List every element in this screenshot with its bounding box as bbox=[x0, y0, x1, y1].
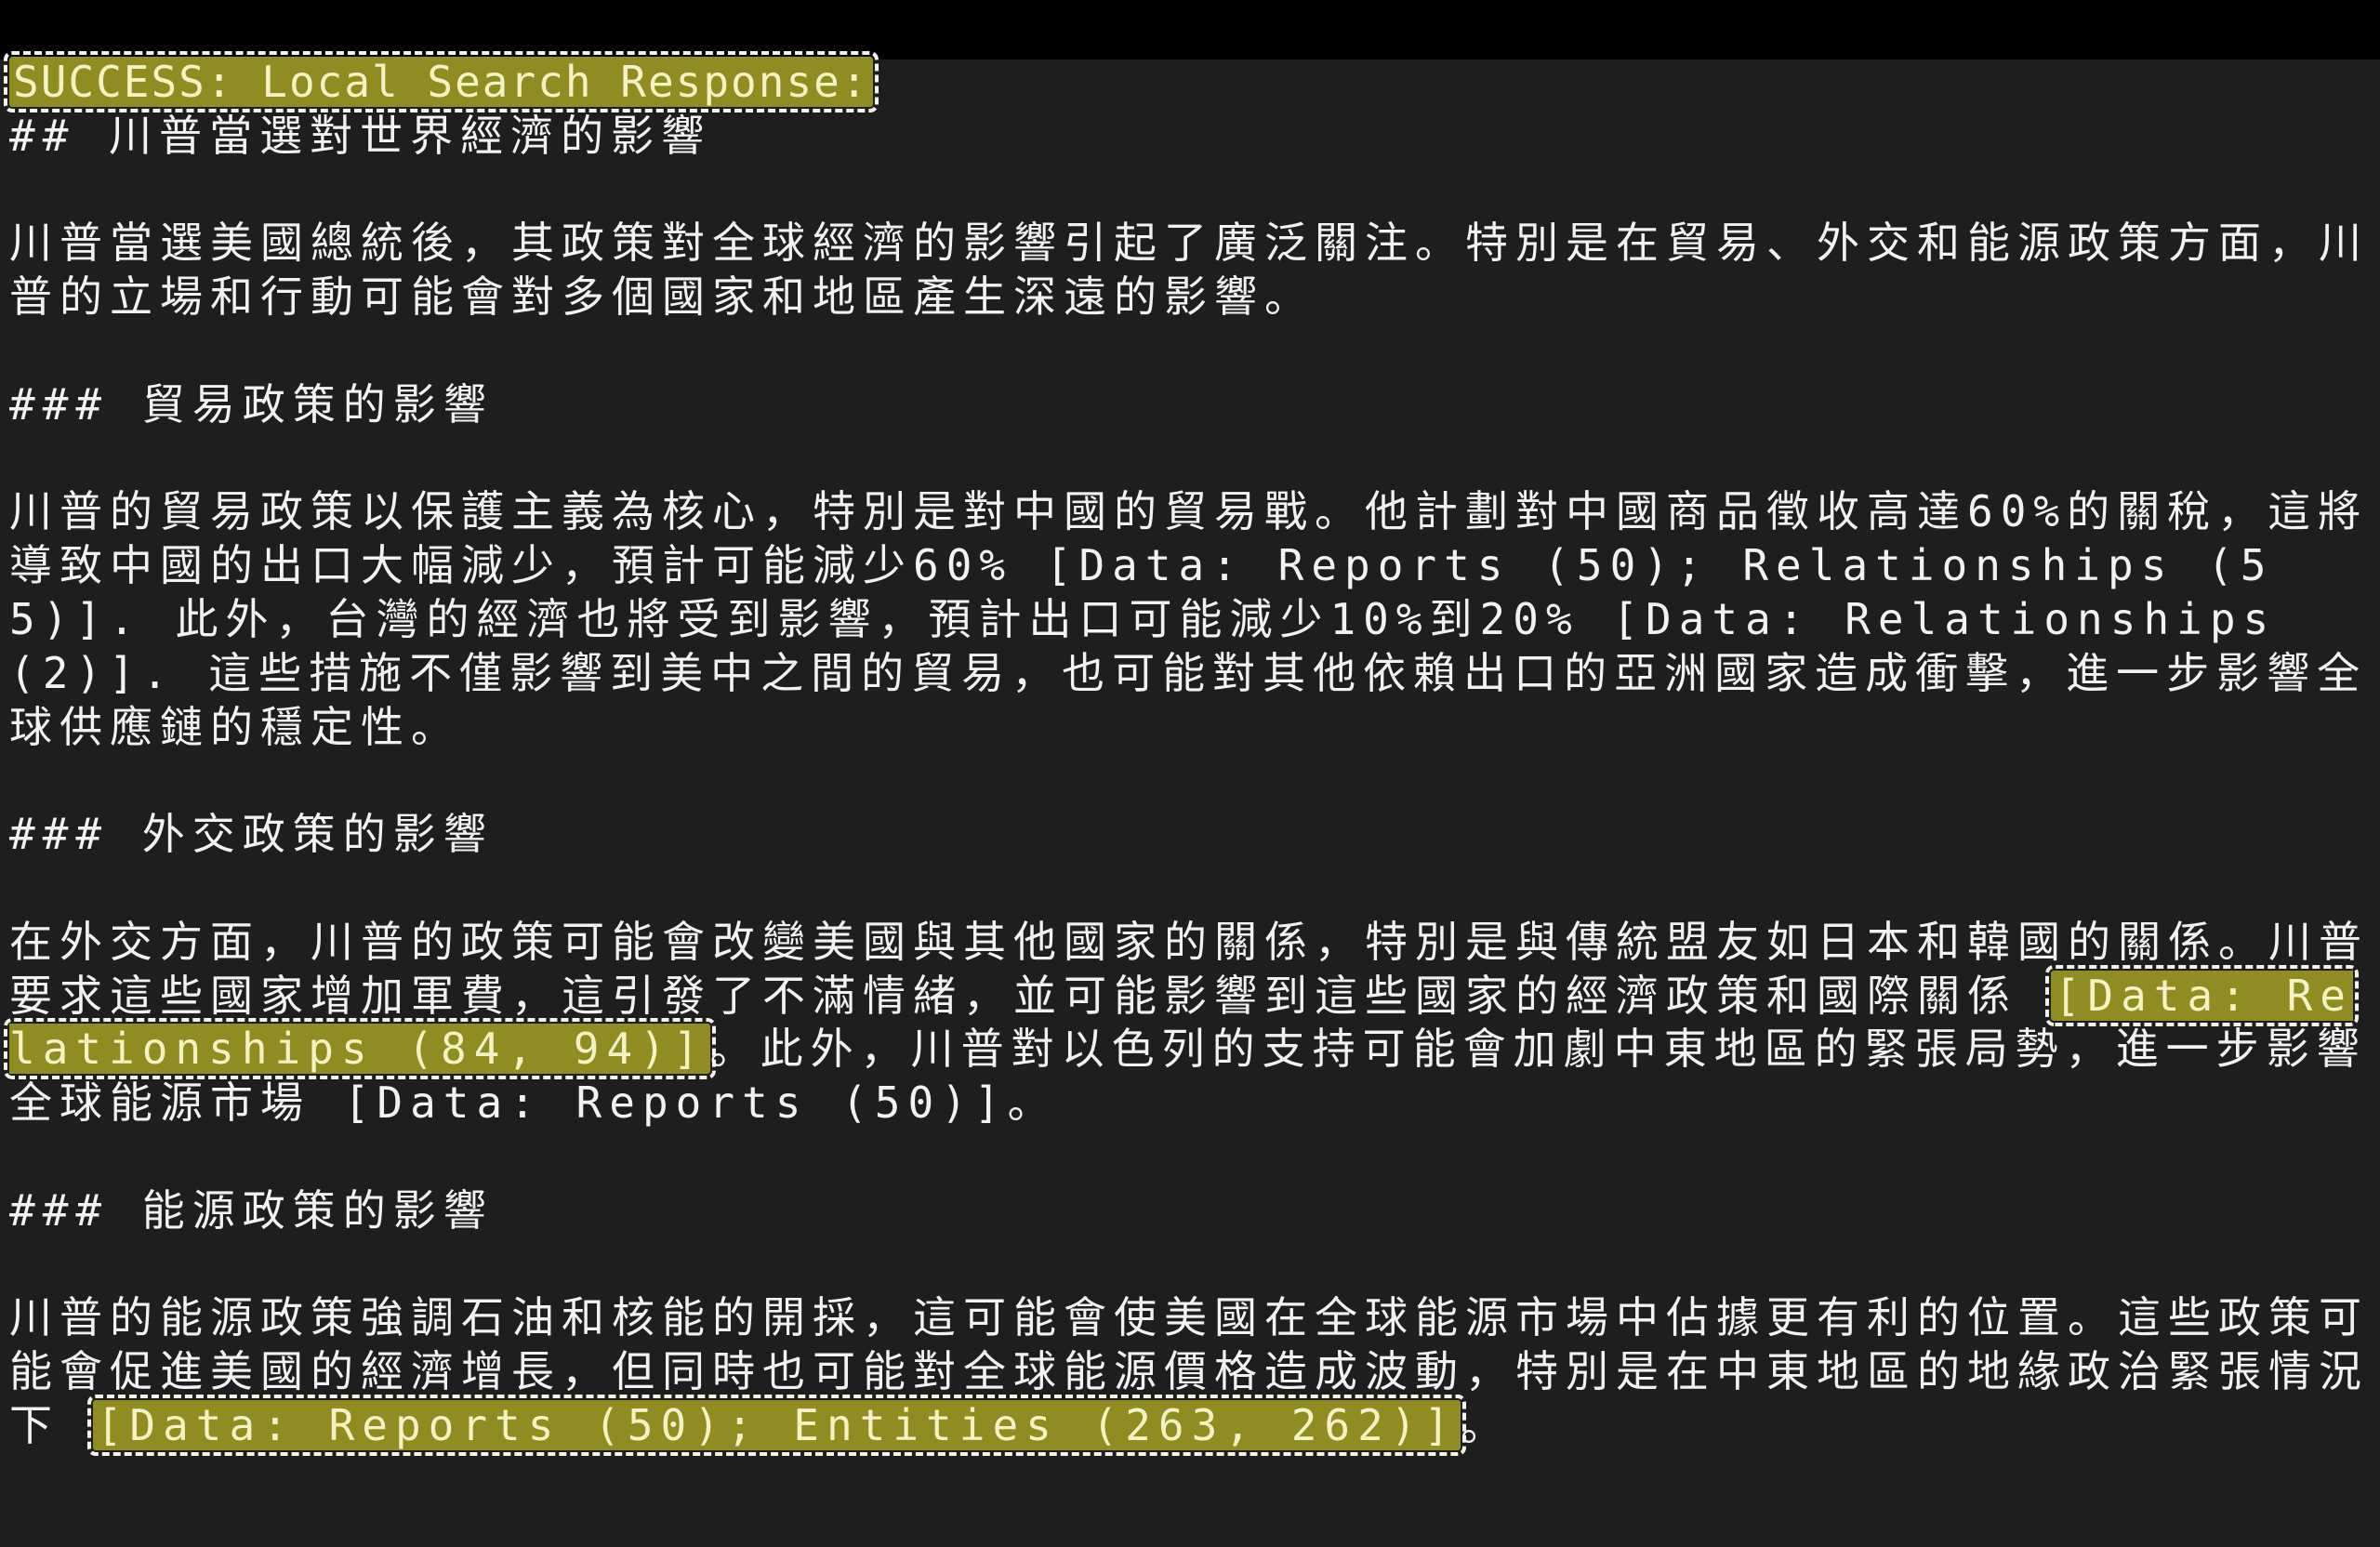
intro-paragraph: 川普當選美國總統後，其政策對全球經濟的影響引起了廣泛關注。特別是在貿易、外交和能… bbox=[9, 218, 2369, 323]
diplomacy-text-before: 在外交方面，川普的政策可能會改變美國與其他國家的關係，特別是與傳統盟友如日本和韓… bbox=[9, 916, 2369, 1021]
energy-paragraph: 川普的能源政策強調石油和核能的開採，這可能會使美國在全球能源市場中佔據更有利的位… bbox=[9, 1291, 2371, 1456]
energy-heading: ### 能源政策的影響 bbox=[9, 1184, 494, 1236]
status-line: SUCCESS: Local Search Response: bbox=[4, 51, 2371, 112]
trade-paragraph: 川普的貿易政策以保護主義為核心，特別是對中國的貿易戰。他計劃對中國商品徵收高達6… bbox=[9, 486, 2369, 752]
energy-text-after: 。 bbox=[1461, 1399, 1512, 1450]
diplomacy-paragraph: 在外交方面，川普的政策可能會改變美國與其他國家的關係，特別是與傳統盟友如日本和韓… bbox=[4, 916, 2371, 1130]
trade-heading: ### 貿易政策的影響 bbox=[9, 378, 494, 430]
energy-citation-highlight: [Data: Reports (50); Entities (263, 262)… bbox=[86, 1394, 1467, 1456]
success-status-highlight: SUCCESS: Local Search Response: bbox=[4, 51, 879, 112]
diplomacy-heading: ### 外交政策的影響 bbox=[9, 809, 494, 860]
terminal-output: SUCCESS: Local Search Response: ## 川普當選對世… bbox=[0, 0, 2380, 1547]
response-title: ## 川普當選對世界經濟的影響 bbox=[9, 110, 712, 161]
